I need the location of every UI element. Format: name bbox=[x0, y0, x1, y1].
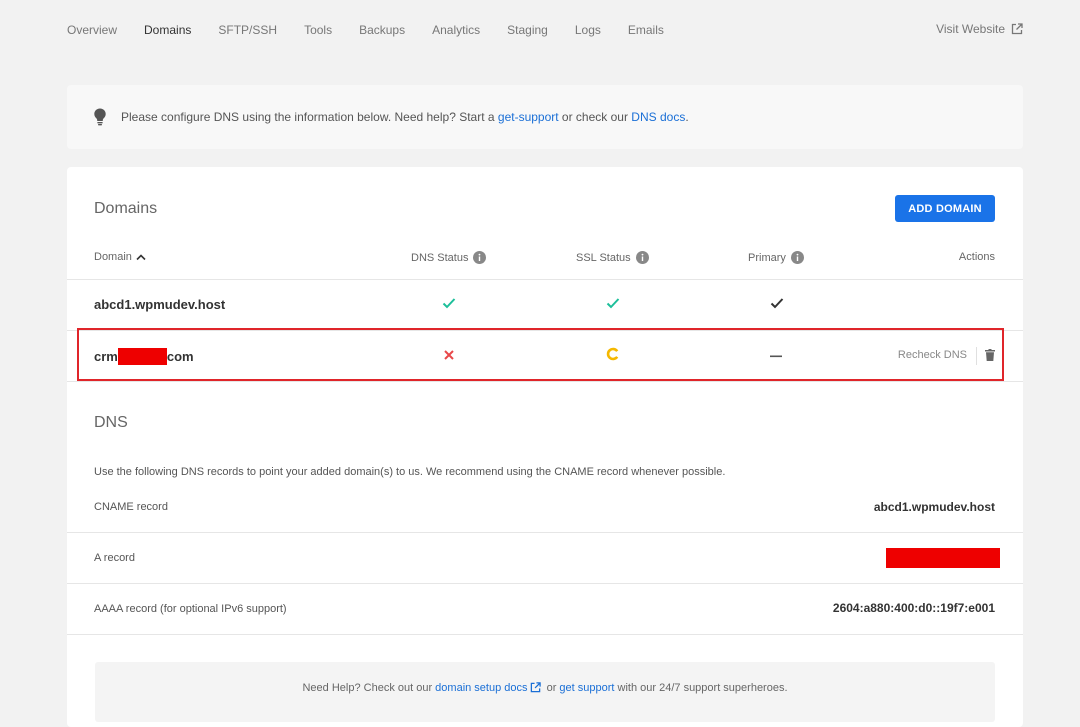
notice-text-after: . bbox=[685, 110, 689, 124]
top-navigation: Overview Domains SFTP/SSH Tools Backups … bbox=[67, 0, 1023, 62]
notice-text-before: Please configure DNS using the informati… bbox=[121, 110, 498, 124]
visit-website-label: Visit Website bbox=[936, 22, 1005, 36]
notice-text-middle: or check our bbox=[558, 110, 632, 124]
domain-setup-docs-link[interactable]: domain setup docs bbox=[435, 682, 527, 694]
lightbulb-icon bbox=[94, 108, 106, 126]
tab-analytics[interactable]: Analytics bbox=[432, 23, 480, 37]
tab-backups[interactable]: Backups bbox=[359, 23, 405, 37]
tab-emails[interactable]: Emails bbox=[628, 23, 664, 37]
a-record-label: A record bbox=[94, 552, 135, 564]
redaction-block bbox=[886, 548, 1000, 568]
help-text-middle: or bbox=[543, 682, 560, 694]
tab-domains[interactable]: Domains bbox=[144, 23, 191, 37]
column-primary: Primary bbox=[748, 251, 804, 264]
domains-title: Domains bbox=[94, 200, 158, 217]
help-text-before: Need Help? Check out our bbox=[302, 682, 436, 694]
column-primary-label: Primary bbox=[748, 251, 786, 264]
aaaa-record-value: 2604:a880:400:d0::19f7:e001 bbox=[832, 601, 995, 615]
check-icon bbox=[442, 298, 456, 309]
cname-record-label: CNAME record bbox=[94, 501, 168, 513]
tab-tools[interactable]: Tools bbox=[304, 23, 332, 37]
divider bbox=[67, 634, 1023, 635]
check-icon bbox=[606, 298, 620, 309]
add-domain-button[interactable]: ADD DOMAIN bbox=[895, 195, 995, 222]
column-actions: Actions bbox=[959, 251, 995, 263]
tab-logs[interactable]: Logs bbox=[575, 23, 601, 37]
dns-description: Use the following DNS records to point y… bbox=[94, 466, 726, 478]
external-link-icon bbox=[530, 682, 541, 693]
tab-bar: Overview Domains SFTP/SSH Tools Backups … bbox=[67, 23, 691, 37]
column-dns-status-label: DNS Status bbox=[411, 251, 469, 264]
tab-overview[interactable]: Overview bbox=[67, 23, 117, 37]
help-text-after: with our 24/7 support superheroes. bbox=[614, 682, 788, 694]
external-link-icon bbox=[1011, 23, 1023, 35]
column-dns-status: DNS Status bbox=[411, 251, 487, 264]
highlight-box bbox=[77, 328, 1004, 381]
divider bbox=[67, 532, 1023, 533]
divider bbox=[67, 381, 1023, 382]
dns-title: DNS bbox=[94, 414, 128, 431]
help-text: Need Help? Check out our domain setup do… bbox=[95, 682, 995, 694]
dns-docs-link[interactable]: DNS docs bbox=[631, 110, 685, 124]
column-domain-label: Domain bbox=[94, 251, 132, 263]
column-actions-label: Actions bbox=[958, 251, 995, 263]
info-icon[interactable] bbox=[790, 251, 804, 264]
column-ssl-status: SSL Status bbox=[576, 251, 649, 264]
column-domain[interactable]: Domain bbox=[94, 251, 147, 263]
domain-name: abcd1.wpmudev.host bbox=[94, 297, 226, 312]
tab-staging[interactable]: Staging bbox=[507, 23, 548, 37]
info-icon[interactable] bbox=[635, 251, 649, 264]
tab-sftp-ssh[interactable]: SFTP/SSH bbox=[218, 23, 277, 37]
help-box: Need Help? Check out our domain setup do… bbox=[95, 662, 995, 722]
info-icon[interactable] bbox=[473, 251, 487, 264]
check-icon bbox=[770, 298, 784, 309]
column-ssl-status-label: SSL Status bbox=[576, 251, 631, 264]
get-support-link[interactable]: get support bbox=[559, 682, 614, 694]
domains-card: Domains ADD DOMAIN Domain DNS Status SSL… bbox=[67, 167, 1023, 727]
notice-message: Please configure DNS using the informati… bbox=[121, 110, 689, 124]
table-row: abcd1.wpmudev.host bbox=[67, 280, 1023, 330]
dns-notice: Please configure DNS using the informati… bbox=[67, 85, 1023, 149]
get-support-link[interactable]: get-support bbox=[498, 110, 559, 124]
divider bbox=[67, 583, 1023, 584]
aaaa-record-label: AAAA record (for optional IPv6 support) bbox=[94, 603, 287, 615]
visit-website-link[interactable]: Visit Website bbox=[936, 22, 1023, 36]
sort-ascending-icon bbox=[136, 254, 146, 261]
cname-record-value: abcd1.wpmudev.host bbox=[873, 500, 995, 514]
